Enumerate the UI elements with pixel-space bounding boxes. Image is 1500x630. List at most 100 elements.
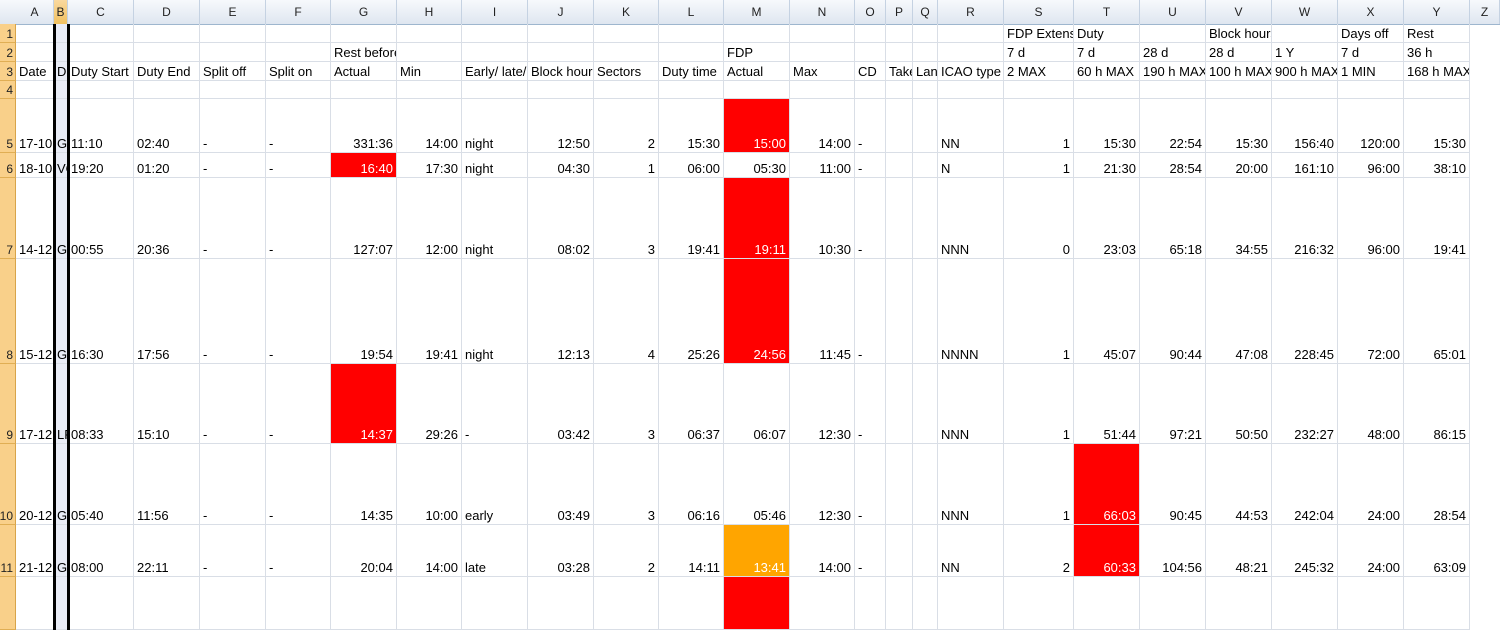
- row-header-5[interactable]: 5: [0, 99, 16, 153]
- cell-h2[interactable]: [397, 43, 462, 62]
- row-header-3[interactable]: 3: [0, 62, 16, 81]
- cell-q12[interactable]: [913, 577, 938, 630]
- cell-y9[interactable]: 86:15: [1404, 364, 1470, 444]
- row-header-blank[interactable]: [0, 577, 16, 630]
- cell-k12[interactable]: [594, 577, 659, 630]
- cell-h8[interactable]: 19:41: [397, 259, 462, 364]
- cell-y2[interactable]: 36 h: [1404, 43, 1470, 62]
- cell-i4[interactable]: [462, 81, 528, 99]
- cell-c8[interactable]: 16:30: [68, 259, 134, 364]
- cell-t5[interactable]: 15:30: [1074, 99, 1140, 153]
- cell-u7[interactable]: 65:18: [1140, 178, 1206, 259]
- cell-g11[interactable]: 20:04: [331, 525, 397, 577]
- cell-k5[interactable]: 2: [594, 99, 659, 153]
- cell-f4[interactable]: [266, 81, 331, 99]
- cell-p10[interactable]: [886, 444, 913, 525]
- row-header-2[interactable]: 2: [0, 43, 16, 62]
- cell-y5[interactable]: 15:30: [1404, 99, 1470, 153]
- cell-n9[interactable]: 12:30: [790, 364, 855, 444]
- column-header-r[interactable]: R: [938, 0, 1004, 24]
- cell-q5[interactable]: [913, 99, 938, 153]
- cell-q6[interactable]: [913, 153, 938, 178]
- row-header-4[interactable]: 4: [0, 81, 16, 99]
- cell-e7[interactable]: -: [200, 178, 266, 259]
- cell-u10[interactable]: 90:45: [1140, 444, 1206, 525]
- cell-v10[interactable]: 44:53: [1206, 444, 1272, 525]
- row-header-1[interactable]: 1: [0, 24, 16, 43]
- cell-w1[interactable]: [1272, 24, 1338, 43]
- column-header-m[interactable]: M: [724, 0, 790, 24]
- cell-c5[interactable]: 11:10: [68, 99, 134, 153]
- column-header-v[interactable]: V: [1206, 0, 1272, 24]
- cell-m11[interactable]: 13:41: [724, 525, 790, 577]
- cell-s4[interactable]: [1004, 81, 1074, 99]
- cell-u3[interactable]: 190 h MAX: [1140, 62, 1206, 81]
- cell-h5[interactable]: 14:00: [397, 99, 462, 153]
- cell-i10[interactable]: early: [462, 444, 528, 525]
- cell-i3[interactable]: Early/ late/: [462, 62, 528, 81]
- cell-h1[interactable]: [397, 24, 462, 43]
- cell-n7[interactable]: 10:30: [790, 178, 855, 259]
- cell-h10[interactable]: 10:00: [397, 444, 462, 525]
- cell-d11[interactable]: 22:11: [134, 525, 200, 577]
- cell-y3[interactable]: 168 h MAX: [1404, 62, 1470, 81]
- cell-j1[interactable]: [528, 24, 594, 43]
- cell-c9[interactable]: 08:33: [68, 364, 134, 444]
- column-header-h[interactable]: H: [397, 0, 462, 24]
- column-header-s[interactable]: S: [1004, 0, 1074, 24]
- cell-f6[interactable]: -: [266, 153, 331, 178]
- cell-s8[interactable]: 1: [1004, 259, 1074, 364]
- cell-u5[interactable]: 22:54: [1140, 99, 1206, 153]
- row-header-8[interactable]: 8: [0, 259, 16, 364]
- cell-i11[interactable]: late: [462, 525, 528, 577]
- cell-h12[interactable]: [397, 577, 462, 630]
- cell-m7[interactable]: 19:11: [724, 178, 790, 259]
- cell-j9[interactable]: 03:42: [528, 364, 594, 444]
- cell-c3[interactable]: Duty Start: [68, 62, 134, 81]
- cell-u11[interactable]: 104:56: [1140, 525, 1206, 577]
- cell-t11[interactable]: 60:33: [1074, 525, 1140, 577]
- cell-v1[interactable]: Block hours: [1206, 24, 1272, 43]
- column-header-b[interactable]: B: [54, 0, 68, 24]
- cell-j3[interactable]: Block hour: [528, 62, 594, 81]
- cell-h7[interactable]: 12:00: [397, 178, 462, 259]
- cell-k2[interactable]: [594, 43, 659, 62]
- cell-b3[interactable]: Du: [54, 62, 68, 81]
- column-header-w[interactable]: W: [1272, 0, 1338, 24]
- cell-y8[interactable]: 65:01: [1404, 259, 1470, 364]
- column-header-t[interactable]: T: [1074, 0, 1140, 24]
- cell-s3[interactable]: 2 MAX: [1004, 62, 1074, 81]
- column-header-x[interactable]: X: [1338, 0, 1404, 24]
- cell-l4[interactable]: [659, 81, 724, 99]
- cell-t1[interactable]: Duty: [1074, 24, 1140, 43]
- cell-n5[interactable]: 14:00: [790, 99, 855, 153]
- cell-q3[interactable]: Lan: [913, 62, 938, 81]
- cell-e5[interactable]: -: [200, 99, 266, 153]
- column-header-a[interactable]: A: [16, 0, 54, 24]
- cell-y4[interactable]: [1404, 81, 1470, 99]
- cell-o6[interactable]: -: [855, 153, 886, 178]
- cell-n1[interactable]: [790, 24, 855, 43]
- cell-x1[interactable]: Days off: [1338, 24, 1404, 43]
- cell-r12[interactable]: [938, 577, 1004, 630]
- cell-c2[interactable]: [68, 43, 134, 62]
- cell-k1[interactable]: [594, 24, 659, 43]
- cell-f2[interactable]: [266, 43, 331, 62]
- cell-v4[interactable]: [1206, 81, 1272, 99]
- cell-w4[interactable]: [1272, 81, 1338, 99]
- cell-j4[interactable]: [528, 81, 594, 99]
- cell-a11[interactable]: 21-12: [16, 525, 54, 577]
- cell-f10[interactable]: -: [266, 444, 331, 525]
- cell-l8[interactable]: 25:26: [659, 259, 724, 364]
- cell-r4[interactable]: [938, 81, 1004, 99]
- cell-t6[interactable]: 21:30: [1074, 153, 1140, 178]
- cell-m9[interactable]: 06:07: [724, 364, 790, 444]
- cell-o11[interactable]: -: [855, 525, 886, 577]
- cell-o4[interactable]: [855, 81, 886, 99]
- cell-g10[interactable]: 14:35: [331, 444, 397, 525]
- cell-c11[interactable]: 08:00: [68, 525, 134, 577]
- cell-q2[interactable]: [913, 43, 938, 62]
- cell-d5[interactable]: 02:40: [134, 99, 200, 153]
- cell-t2[interactable]: 7 d: [1074, 43, 1140, 62]
- row-header-7[interactable]: 7: [0, 178, 16, 259]
